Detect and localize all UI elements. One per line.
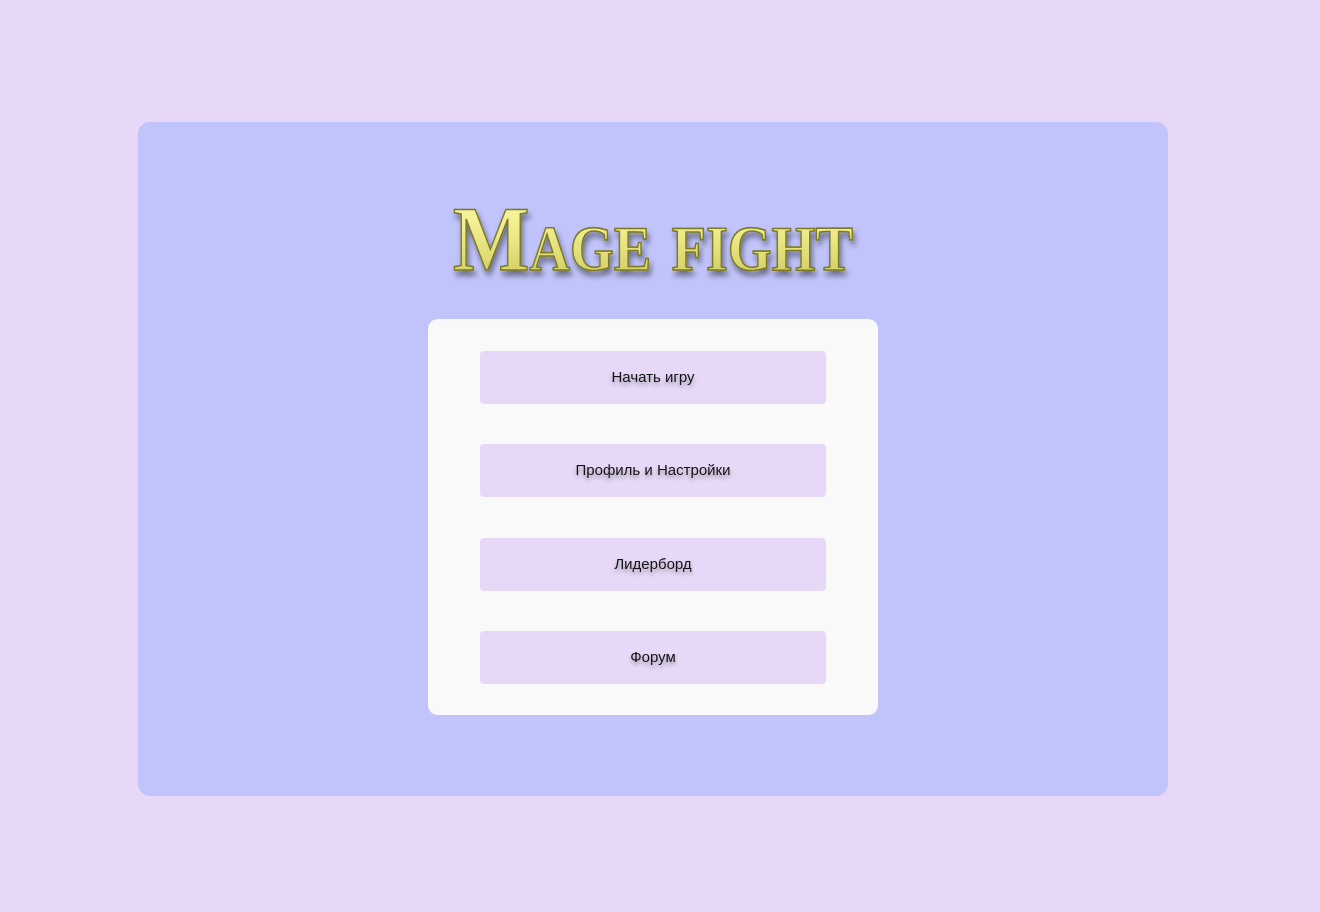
forum-label: Форум (630, 649, 676, 666)
main-menu: Начать игру Профиль и Настройки Лидербор… (428, 319, 878, 715)
start-game-button[interactable]: Начать игру (480, 351, 826, 404)
forum-button[interactable]: Форум (480, 631, 826, 684)
leaderboard-button[interactable]: Лидерборд (480, 538, 826, 591)
leaderboard-label: Лидерборд (614, 556, 692, 573)
logo-text: Mage fight (453, 188, 853, 284)
main-panel: Mage fight Начать игру Профиль и Настрой… (138, 122, 1168, 796)
profile-settings-button[interactable]: Профиль и Настройки (480, 444, 826, 497)
profile-settings-label: Профиль и Настройки (575, 462, 731, 479)
game-logo-image: Mage fight (452, 187, 854, 284)
game-logo: Mage fight (138, 174, 1168, 284)
start-game-label: Начать игру (611, 369, 695, 386)
